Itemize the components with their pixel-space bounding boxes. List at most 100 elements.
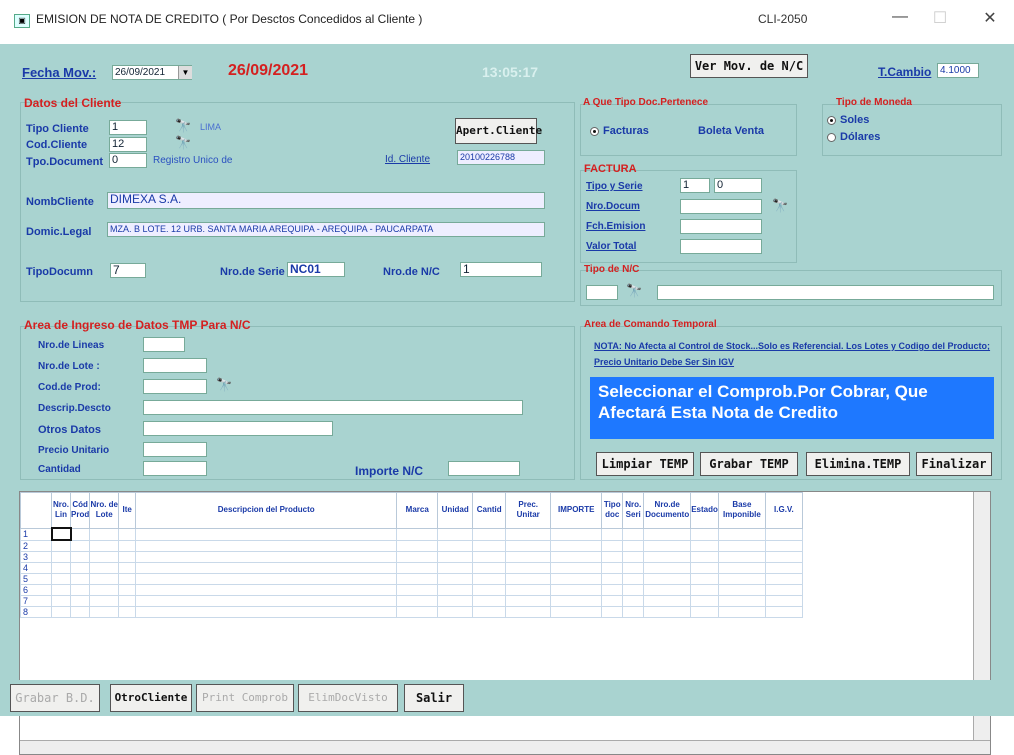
grid-cell[interactable] (396, 551, 439, 563)
grid-cell[interactable] (764, 527, 803, 541)
grid-cell[interactable] (643, 573, 692, 585)
grid-cell[interactable] (690, 595, 719, 607)
grid-cell[interactable] (550, 539, 603, 552)
grid-cell[interactable] (505, 595, 552, 607)
print-comprob-button[interactable]: Print Comprob (196, 684, 294, 712)
grid-cell[interactable] (505, 527, 552, 541)
grid-cell[interactable] (437, 606, 474, 618)
tcambio-input[interactable]: 4.1000 (937, 63, 979, 78)
table-row[interactable]: 4 (20, 562, 803, 574)
precio-input[interactable] (143, 442, 207, 457)
minimize-button[interactable]: — (885, 8, 915, 26)
grid-cell[interactable] (690, 573, 719, 585)
grid-cell[interactable] (118, 562, 137, 574)
tipo-nc-desc-input[interactable] (657, 285, 994, 300)
grid-cell[interactable] (51, 573, 71, 585)
grid-cell[interactable] (690, 584, 719, 596)
nro-docum-input[interactable] (680, 199, 762, 214)
grid-cell[interactable] (550, 551, 603, 563)
grid-cell[interactable] (690, 539, 719, 552)
grid-cell[interactable] (396, 606, 439, 618)
grid-cell[interactable] (643, 527, 692, 541)
grid-cell[interactable] (622, 584, 645, 596)
tipo-nc-code-input[interactable] (586, 285, 618, 300)
grid-cell[interactable] (135, 527, 398, 541)
tpo-documento-input[interactable]: 0 (109, 153, 147, 168)
grid-cell[interactable] (135, 595, 398, 607)
grid-cell[interactable] (135, 562, 398, 574)
grid-cell[interactable] (601, 595, 624, 607)
tipodoc-input[interactable]: 7 (110, 263, 146, 278)
grid-cell[interactable] (437, 562, 474, 574)
grid-cell[interactable] (51, 606, 71, 618)
grid-column-header[interactable]: Descripcion del Producto (135, 492, 398, 529)
horizontal-scrollbar[interactable] (20, 740, 990, 754)
factura-tipo-input[interactable]: 1 (680, 178, 710, 193)
binoculars-icon[interactable]: 🔭 (216, 377, 232, 393)
grid-cell[interactable] (51, 562, 71, 574)
grid-cell[interactable] (89, 527, 120, 541)
grid-cell[interactable] (396, 527, 439, 541)
grid-cell[interactable] (764, 562, 803, 574)
grid-cell[interactable] (89, 595, 120, 607)
table-row[interactable]: 2 (20, 539, 803, 552)
grid-cell[interactable] (69, 562, 91, 574)
maximize-button[interactable]: ☐ (925, 8, 955, 28)
binoculars-icon[interactable]: 🔭 (772, 198, 788, 214)
grid-cell[interactable] (135, 584, 398, 596)
grid-cell[interactable] (601, 606, 624, 618)
finalizar-button[interactable]: Finalizar (916, 452, 992, 476)
nro-lineas-input[interactable] (143, 337, 185, 352)
grid-column-header[interactable]: Ite (118, 492, 137, 529)
grid-cell[interactable] (622, 606, 645, 618)
grid-column-header[interactable]: IMPORTE (550, 492, 603, 529)
grid-column-header[interactable]: Cantid (472, 492, 507, 529)
grid-column-header[interactable]: Estado (690, 492, 719, 529)
grid-cell[interactable] (550, 562, 603, 574)
grid-cell[interactable] (118, 527, 137, 541)
grid-column-header[interactable]: Base Imponible (717, 492, 766, 529)
grid-column-header[interactable]: Nro.de Documento (643, 492, 692, 529)
grid-cell[interactable] (643, 606, 692, 618)
table-row[interactable]: 5 (20, 573, 803, 585)
limpiar-temp-button[interactable]: Limpiar TEMP (596, 452, 694, 476)
grid-cell[interactable] (51, 595, 71, 607)
grid-cell[interactable] (51, 551, 71, 563)
grid-cell[interactable] (690, 562, 719, 574)
grid-column-header[interactable]: Tipo doc (601, 492, 624, 529)
chevron-down-icon[interactable]: ▼ (178, 66, 192, 79)
boleta-label[interactable]: Boleta Venta (698, 125, 764, 137)
grid-cell[interactable] (550, 527, 603, 541)
grid-cell[interactable] (396, 595, 439, 607)
grid-column-header[interactable]: Nro. Lin (51, 492, 71, 529)
grid-cell[interactable] (472, 562, 507, 574)
grid-column-header[interactable]: I.G.V. (764, 492, 803, 529)
grid-cell[interactable] (643, 562, 692, 574)
grid-cell[interactable] (69, 573, 91, 585)
domicilio-input[interactable]: MZA. B LOTE. 12 URB. SANTA MARIA AREQUIP… (107, 222, 545, 237)
nronc-input[interactable]: 1 (460, 262, 542, 277)
elimina-temp-button[interactable]: Elimina.TEMP (806, 452, 910, 476)
grid-cell[interactable] (396, 573, 439, 585)
soles-radio[interactable] (827, 116, 836, 125)
grid-cell[interactable] (505, 562, 552, 574)
grid-cell[interactable] (118, 584, 137, 596)
grid-cell[interactable] (396, 584, 439, 596)
fch-emision-input[interactable] (680, 219, 762, 234)
descrip-input[interactable] (143, 400, 523, 415)
grid-cell[interactable] (472, 573, 507, 585)
grid-cell[interactable] (472, 551, 507, 563)
grid-cell[interactable] (643, 595, 692, 607)
grid-cell[interactable] (118, 573, 137, 585)
grid-cell[interactable] (550, 606, 603, 618)
grid-cell[interactable] (51, 584, 71, 596)
grid-cell[interactable] (622, 539, 645, 552)
grid-cell[interactable] (69, 595, 91, 607)
grid-cell[interactable] (764, 584, 803, 596)
grid-cell[interactable] (601, 527, 624, 541)
grid-cell[interactable] (437, 527, 474, 541)
grid-column-header[interactable]: Prec. Unitar (505, 492, 552, 529)
grid-cell[interactable] (601, 539, 624, 552)
grid-cell[interactable] (601, 584, 624, 596)
grid-cell[interactable] (135, 551, 398, 563)
